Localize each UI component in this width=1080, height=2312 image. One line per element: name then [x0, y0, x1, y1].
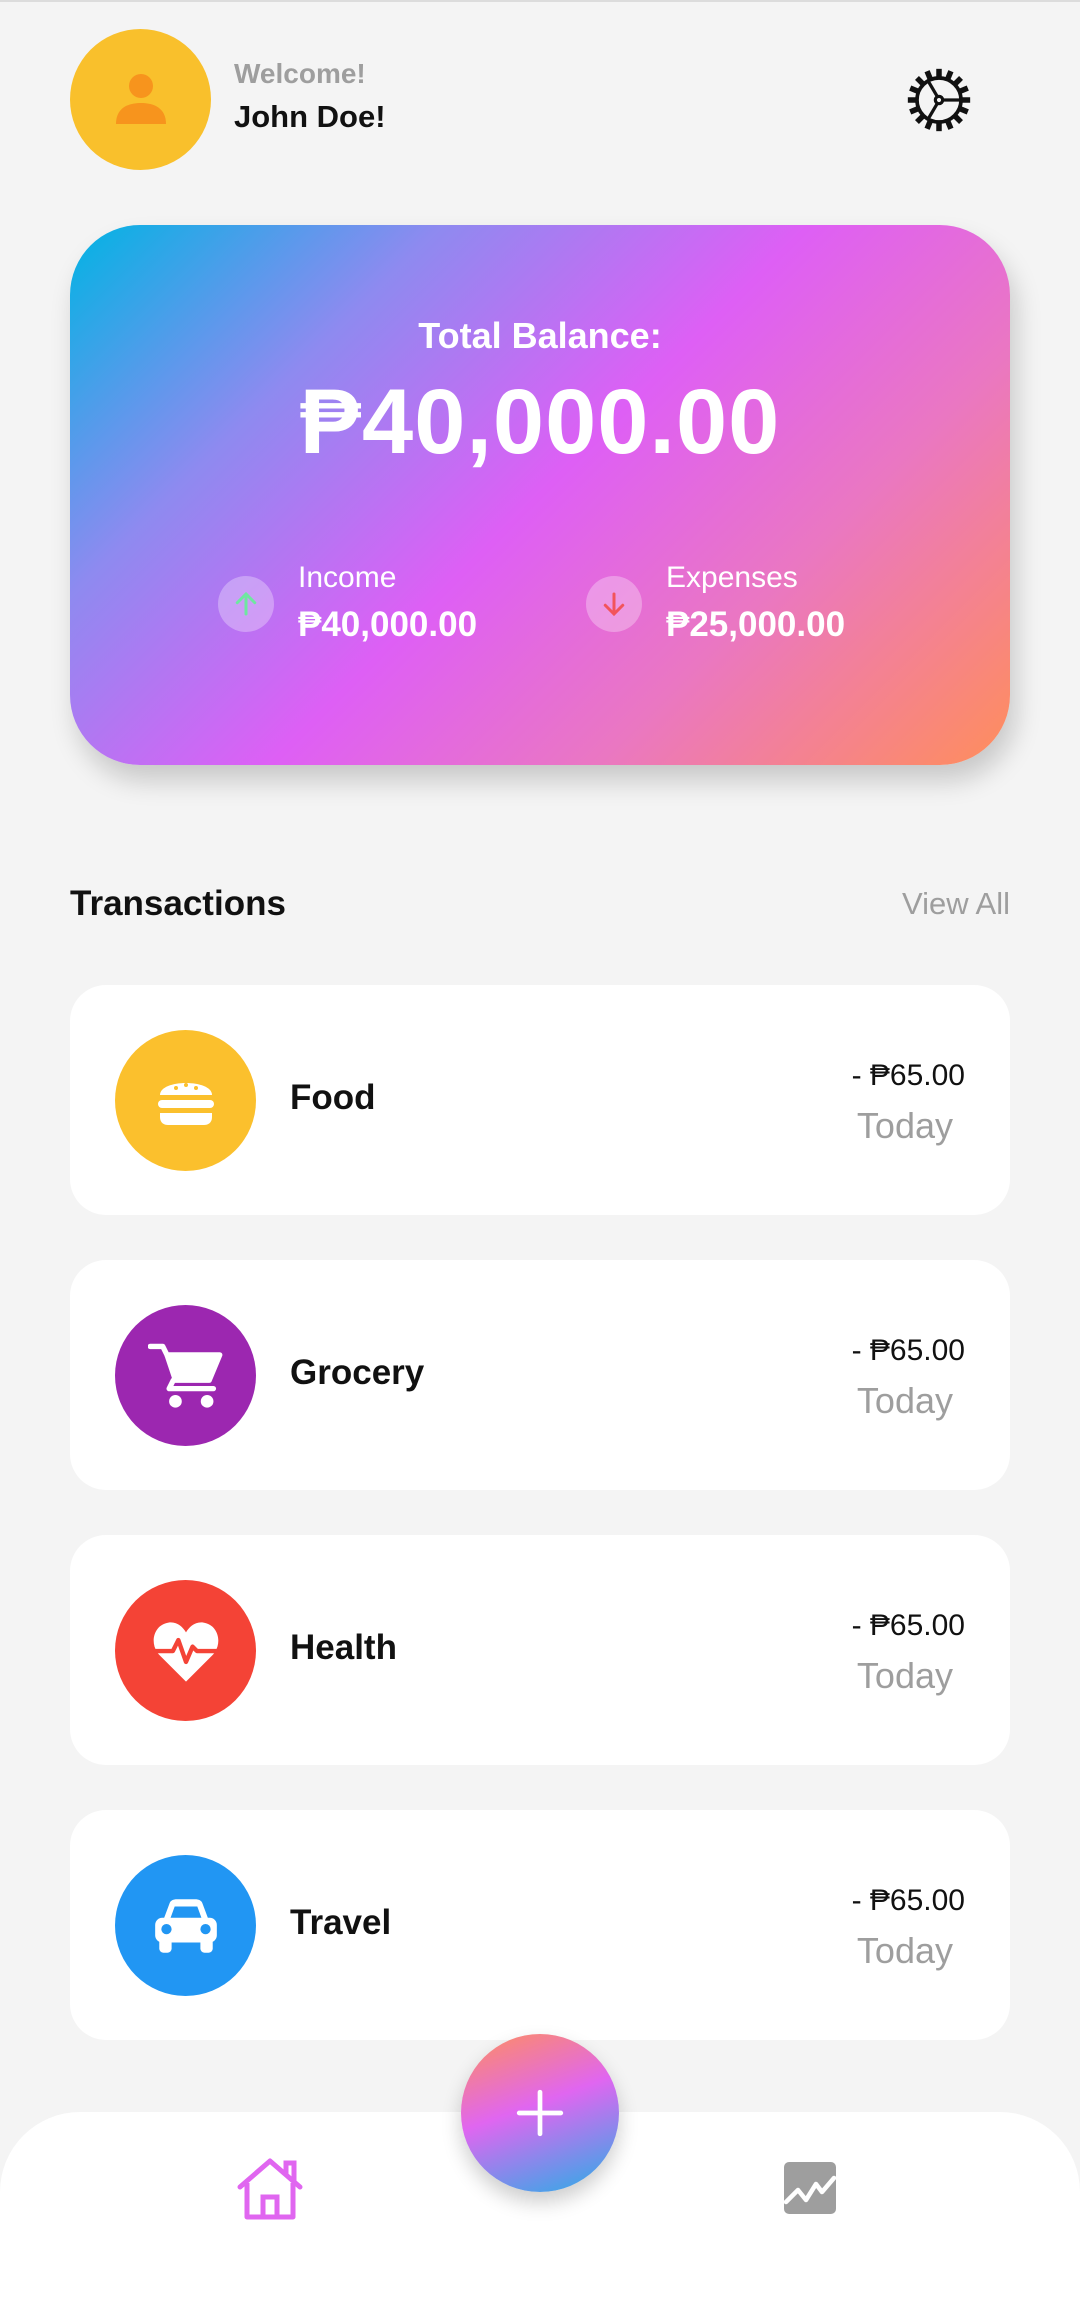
arrow-down-icon: [603, 592, 625, 617]
transaction-item-grocery[interactable]: Grocery - ₱65.00 Today: [70, 1260, 1010, 1490]
transaction-date: Today: [856, 1380, 953, 1421]
transaction-name: Health: [290, 1628, 397, 1667]
expenses-label: Expenses: [666, 561, 798, 594]
nav-stats-button[interactable]: [782, 2160, 838, 2216]
transaction-amount: - ₱65.00: [851, 1609, 965, 1642]
transaction-amount: - ₱65.00: [851, 1884, 965, 1917]
transaction-item-travel[interactable]: Travel - ₱65.00 Today: [70, 1810, 1010, 2040]
transaction-name: Grocery: [290, 1353, 425, 1392]
transaction-item-health[interactable]: Health - ₱65.00 Today: [70, 1535, 1010, 1765]
grocery-icon-badge: [115, 1305, 256, 1446]
arrow-up-icon: [235, 591, 257, 616]
transaction-amount: - ₱65.00: [851, 1059, 965, 1092]
income-label: Income: [298, 561, 397, 594]
chart-icon: [783, 2162, 837, 2214]
view-all-link[interactable]: View All: [902, 886, 1010, 922]
transaction-item-food[interactable]: Food - ₱65.00 Today: [70, 985, 1010, 1215]
burger-icon: [157, 1082, 214, 1125]
balance-amount: ₱40,000.00: [299, 371, 781, 473]
gear-icon: [907, 68, 971, 132]
transaction-name: Travel: [290, 1903, 392, 1942]
expenses-value: ₱25,000.00: [666, 605, 846, 644]
add-transaction-button[interactable]: [461, 2034, 619, 2192]
plus-icon: [516, 2089, 564, 2137]
heart-pulse-icon: [152, 1621, 219, 1682]
transaction-date: Today: [856, 1105, 953, 1146]
transaction-date: Today: [856, 1655, 953, 1696]
balance-card: Total Balance: ₱40,000.00 Income ₱40,000…: [70, 225, 1010, 765]
travel-icon-badge: [115, 1855, 256, 1996]
nav-home-button[interactable]: [236, 2157, 304, 2221]
username: John Doe!: [234, 99, 386, 134]
transaction-amount: - ₱65.00: [851, 1334, 965, 1367]
income-icon-badge: [218, 576, 274, 632]
car-icon: [154, 1898, 217, 1953]
welcome-text: Welcome!: [234, 58, 366, 89]
balance-label: Total Balance:: [418, 315, 662, 356]
transactions-title: Transactions: [70, 884, 286, 923]
status-divider: [0, 0, 1080, 2]
food-icon-badge: [115, 1030, 256, 1171]
transaction-date: Today: [856, 1930, 953, 1971]
settings-button[interactable]: [903, 64, 975, 136]
person-icon: [115, 73, 166, 124]
transaction-name: Food: [290, 1078, 376, 1117]
health-icon-badge: [115, 1580, 256, 1721]
expenses-icon-badge: [586, 576, 642, 632]
avatar[interactable]: [70, 29, 211, 170]
income-value: ₱40,000.00: [298, 605, 478, 644]
cart-icon: [147, 1343, 222, 1408]
home-icon: [237, 2158, 303, 2220]
